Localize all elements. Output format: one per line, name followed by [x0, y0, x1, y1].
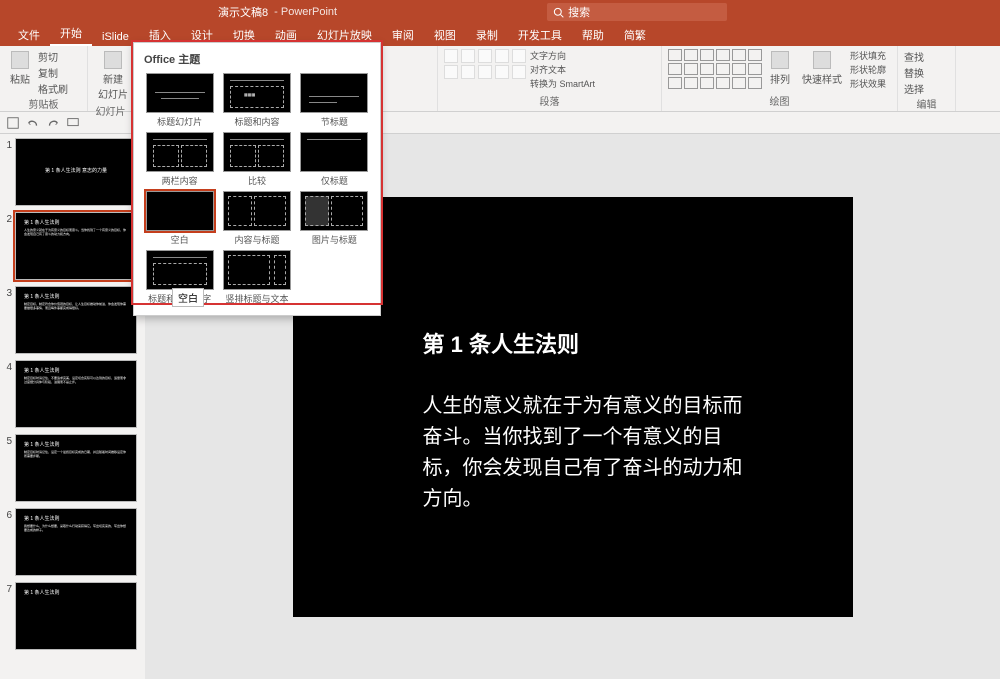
undo-icon[interactable] [26, 116, 40, 130]
layout-title-only[interactable]: 仅标题 [299, 132, 370, 187]
search-box[interactable]: 搜索 [547, 3, 727, 21]
select-button[interactable]: 选择 [904, 81, 924, 96]
paste-button[interactable]: 粘贴 [6, 49, 34, 88]
layout-section-header[interactable]: 节标题 [299, 73, 370, 128]
ribbon-group-drawing: 排列 快速样式 形状填充 形状轮廓 形状效果 绘图 [662, 46, 898, 111]
slide-title[interactable]: 第 1 条人生法则 [423, 327, 753, 359]
layout-two-content[interactable]: 两栏内容 [144, 132, 215, 187]
slide-thumbnail-5[interactable]: 第 1 条人生法则制定目标时请记住，设定一个最终目标完成的日期，并且随着时间推移… [15, 434, 137, 502]
quick-styles-button[interactable]: 快速样式 [798, 49, 846, 88]
layout-tooltip: 空白 [172, 288, 204, 307]
tab-simplified[interactable]: 简繁 [614, 24, 656, 46]
search-placeholder: 搜索 [568, 4, 590, 20]
layout-title-content[interactable]: ▦▦▦ 标题和内容 [221, 73, 292, 128]
tab-islide[interactable]: iSlide [92, 28, 139, 46]
slide-body[interactable]: 人生的意义就在于为有意义的目标而奋斗。当你找到了一个有意义的目标，你会发现自己有… [423, 391, 753, 515]
ribbon-group-slides: 新建 幻灯片 幻灯片 [88, 46, 134, 111]
ribbon-group-clipboard: 粘贴 剪切 复制 格式刷 剪贴板 [0, 46, 88, 111]
layout-comparison[interactable]: 比较 [221, 132, 292, 187]
layout-content-caption[interactable]: 内容与标题 [221, 191, 292, 246]
layout-picture-caption[interactable]: 图片与标题 [299, 191, 370, 246]
layout-vertical-title-text[interactable]: 竖排标题与文本 [221, 250, 292, 305]
tab-view[interactable]: 视图 [424, 24, 466, 46]
shape-outline-button[interactable]: 形状轮廓 [850, 63, 886, 76]
search-icon [553, 7, 564, 18]
layout-gallery-header: Office 主题 [134, 47, 380, 71]
slide-thumbnail-1[interactable]: 第 1 条人生法则 意志的力量 [15, 138, 137, 206]
new-slide-icon [104, 51, 122, 69]
tab-review[interactable]: 审阅 [382, 24, 424, 46]
document-name: 演示文稿8 [218, 4, 268, 20]
slide-thumbnail-7[interactable]: 第 1 条人生法则 [15, 582, 137, 650]
redo-icon[interactable] [46, 116, 60, 130]
text-direction-button[interactable]: 文字方向 [530, 49, 595, 62]
align-text-button[interactable]: 对齐文本 [530, 63, 595, 76]
ribbon-group-editing: 查找 替换 选择 编辑 [898, 46, 956, 111]
copy-button[interactable]: 复制 [38, 65, 68, 80]
slide-thumbnail-3[interactable]: 第 1 条人生法则制定目标，制定符合你价值观的目标，让人生目标推动你前进，你会发… [15, 286, 137, 354]
slide-thumbnail-2[interactable]: 第 1 条人生法则人生的意义就在于为有意义的目标而奋斗。当你找到了一个有意义的目… [15, 212, 137, 280]
paste-icon [11, 51, 29, 69]
tab-help[interactable]: 帮助 [572, 24, 614, 46]
slide-thumbnail-6[interactable]: 第 1 条人生法则我想要什么，为什么想要，采取什么行动来获得它。写出切实来的，写… [15, 508, 137, 576]
shape-fill-button[interactable]: 形状填充 [850, 49, 886, 62]
convert-smartart-button[interactable]: 转换为 SmartArt [530, 77, 595, 90]
slideshow-icon[interactable] [66, 116, 80, 130]
layout-blank[interactable]: 空白 [144, 191, 215, 246]
tab-home[interactable]: 开始 [50, 22, 92, 46]
tab-developer[interactable]: 开发工具 [508, 24, 572, 46]
ribbon-group-paragraph: 文字方向 对齐文本 转换为 SmartArt 段落 [438, 46, 662, 111]
replace-button[interactable]: 替换 [904, 65, 924, 80]
app-name: - PowerPoint [274, 6, 337, 18]
shapes-gallery[interactable] [668, 49, 762, 89]
quick-styles-icon [813, 51, 831, 69]
slide-thumbnail-4[interactable]: 第 1 条人生法则制定目标时请记住，不要追求完美，设定切合实际可以达到的目标，适… [15, 360, 137, 428]
tab-record[interactable]: 录制 [466, 24, 508, 46]
arrange-button[interactable]: 排列 [766, 49, 794, 88]
layout-title-slide[interactable]: 标题幻灯片 [144, 73, 215, 128]
format-painter-button[interactable]: 格式刷 [38, 81, 68, 96]
arrange-icon [771, 51, 789, 69]
new-slide-button[interactable]: 新建 幻灯片 [94, 49, 132, 103]
layout-gallery-panel: Office 主题 标题幻灯片 ▦▦▦ 标题和内容 节标题 两栏内容 比较 仅标… [133, 42, 381, 316]
find-button[interactable]: 查找 [904, 49, 924, 64]
title-bar: 演示文稿8 - PowerPoint 搜索 [0, 0, 1000, 24]
cut-button[interactable]: 剪切 [38, 49, 68, 64]
save-icon[interactable] [6, 116, 20, 130]
shape-effects-button[interactable]: 形状效果 [850, 77, 886, 90]
tab-file[interactable]: 文件 [8, 24, 50, 46]
slide-thumbnail-panel[interactable]: 1 第 1 条人生法则 意志的力量 2 第 1 条人生法则人生的意义就在于为有意… [0, 134, 145, 679]
